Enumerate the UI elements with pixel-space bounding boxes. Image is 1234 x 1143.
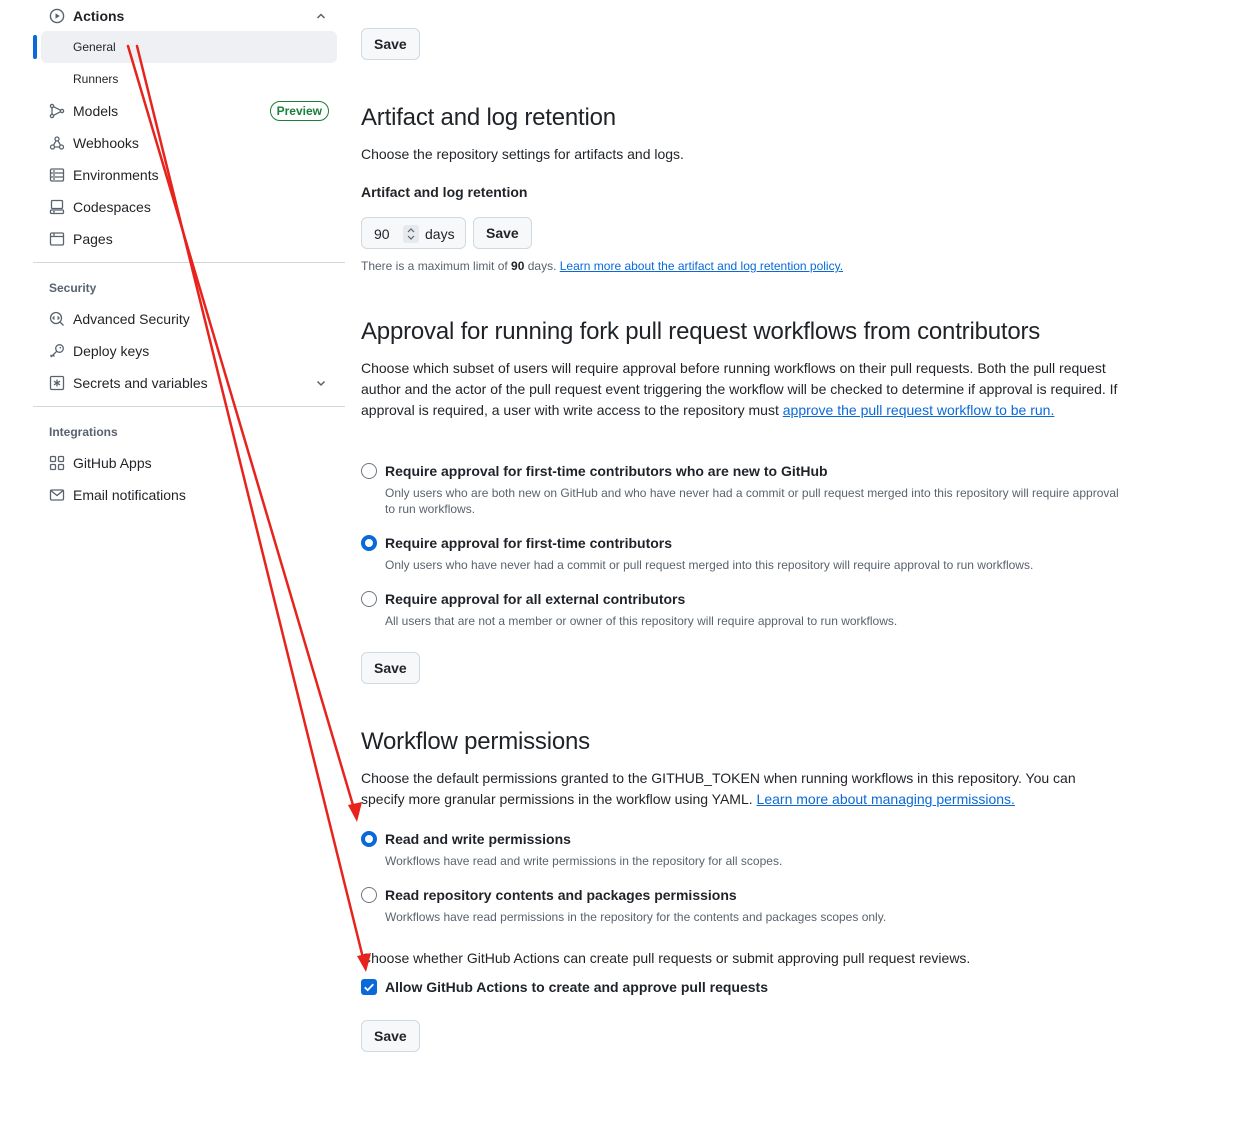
selected-indicator (33, 35, 37, 59)
sidebar-group-security: Security (49, 281, 97, 295)
asterisk-icon (49, 375, 65, 391)
option-description: Workflows have read permissions in the r… (385, 910, 887, 924)
retention-field-label: Artifact and log retention (361, 184, 528, 200)
sidebar-item-environments[interactable]: Environments (33, 159, 345, 191)
allow-pr-checkbox-row[interactable]: Allow GitHub Actions to create and appro… (361, 978, 861, 996)
webhook-icon (49, 135, 65, 151)
save-button-fork-approval[interactable]: Save (361, 652, 420, 684)
sidebar-divider (33, 406, 345, 407)
sidebar-item-pages[interactable]: Pages (33, 223, 345, 255)
managing-permissions-link[interactable]: Learn more about managing permissions. (757, 791, 1015, 807)
sidebar-item-label: Codespaces (73, 199, 151, 215)
sidebar-item-label: General (73, 40, 116, 54)
chevron-up-icon[interactable] (315, 10, 327, 22)
option-title: Read repository contents and packages pe… (385, 887, 737, 903)
play-circle-icon (49, 8, 65, 24)
sidebar-item-label: Secrets and variables (73, 375, 208, 391)
option-description: Only users who are both new on GitHub an… (385, 486, 1119, 516)
apps-icon (49, 455, 65, 471)
sidebar-item-email-notifications[interactable]: Email notifications (33, 479, 345, 511)
allow-pr-checkbox-label: Allow GitHub Actions to create and appro… (385, 979, 768, 995)
sidebar-item-label: Advanced Security (73, 311, 190, 327)
retention-days-value: 90 (374, 226, 390, 242)
fork-option-all-external[interactable]: Require approval for all external contri… (361, 590, 1141, 634)
retention-description: Choose the repository settings for artif… (361, 146, 684, 162)
permission-option-read-only[interactable]: Read repository contents and packages pe… (361, 886, 1141, 930)
section-title-fork-approval: Approval for running fork pull request w… (361, 318, 1041, 345)
sidebar-item-label: Deploy keys (73, 343, 150, 359)
sidebar-group-integrations: Integrations (49, 425, 118, 439)
fork-option-first-time[interactable]: Require approval for first-time contribu… (361, 534, 1141, 578)
save-button-retention[interactable]: Save (473, 217, 532, 249)
save-button-workflow-permissions[interactable]: Save (361, 1020, 420, 1052)
sidebar-item-advanced-security[interactable]: Advanced Security (33, 303, 345, 335)
sidebar-item-label: GitHub Apps (73, 455, 152, 471)
sidebar-item-webhooks[interactable]: Webhooks (33, 127, 345, 159)
sidebar-item-label: Models (73, 103, 119, 119)
option-title: Require approval for first-time contribu… (385, 535, 673, 551)
sidebar-item-general[interactable]: General (41, 31, 337, 63)
option-title: Require approval for first-time contribu… (385, 463, 828, 479)
models-icon (49, 103, 65, 119)
fork-approval-description: Choose which subset of users will requir… (361, 360, 1118, 418)
section-title-workflow-permissions: Workflow permissions (361, 728, 590, 755)
option-title: Read and write permissions (385, 831, 571, 847)
server-icon (49, 167, 65, 183)
sidebar-item-label: Pages (73, 231, 113, 247)
key-icon (49, 343, 65, 359)
sidebar-item-deploy-keys[interactable]: Deploy keys (33, 335, 345, 367)
radio-all-external[interactable] (361, 591, 377, 607)
sidebar-item-label: Actions (73, 8, 125, 24)
preview-badge: Preview (269, 101, 329, 121)
option-title: Require approval for all external contri… (385, 591, 686, 607)
pr-question: Choose whether GitHub Actions can create… (361, 950, 971, 966)
fork-option-new-to-github[interactable]: Require approval for first-time contribu… (361, 462, 1141, 522)
radio-read-write[interactable] (361, 831, 377, 847)
radio-first-time[interactable] (361, 535, 377, 551)
section-title-retention: Artifact and log retention (361, 104, 616, 131)
sidebar-item-runners[interactable]: Runners (33, 63, 345, 95)
annotation-arrowhead (348, 802, 362, 822)
option-description: All users that are not a member or owner… (385, 614, 898, 628)
retention-days-unit: days (425, 226, 455, 242)
sidebar-item-label: Webhooks (73, 135, 139, 151)
sidebar-item-label: Email notifications (73, 487, 186, 503)
save-button-allow-actions[interactable]: Save (361, 28, 420, 60)
mail-icon (49, 487, 65, 503)
permission-option-read-write[interactable]: Read and write permissions Workflows hav… (361, 830, 1141, 874)
option-description: Only users who have never had a commit o… (385, 558, 1034, 572)
sidebar-item-actions[interactable]: Actions (33, 0, 345, 32)
sidebar-item-secrets-and-variables[interactable]: Secrets and variables (33, 367, 345, 399)
sidebar-item-github-apps[interactable]: GitHub Apps (33, 447, 345, 479)
workflow-permissions-description: Choose the default permissions granted t… (361, 770, 1076, 807)
codescan-icon (49, 311, 65, 327)
sidebar-divider (33, 262, 345, 263)
retention-days-input[interactable]: 90 days (361, 217, 466, 249)
stepper-icon[interactable] (403, 225, 419, 243)
retention-note: There is a maximum limit of 90 days. Lea… (361, 259, 844, 273)
browser-icon (49, 231, 65, 247)
radio-new-to-github[interactable] (361, 463, 377, 479)
sidebar-item-models[interactable]: Models Preview (33, 95, 345, 127)
radio-read-only[interactable] (361, 887, 377, 903)
chevron-down-icon[interactable] (315, 377, 327, 389)
option-description: Workflows have read and write permission… (385, 854, 783, 868)
sidebar-item-label: Environments (73, 167, 159, 183)
allow-pr-checkbox[interactable] (361, 979, 377, 995)
codespaces-icon (49, 199, 65, 215)
approve-workflow-link[interactable]: approve the pull request workflow to be … (783, 402, 1055, 418)
retention-policy-link[interactable]: Learn more about the artifact and log re… (560, 259, 843, 273)
sidebar-item-codespaces[interactable]: Codespaces (33, 191, 345, 223)
sidebar-item-label: Runners (73, 72, 119, 86)
